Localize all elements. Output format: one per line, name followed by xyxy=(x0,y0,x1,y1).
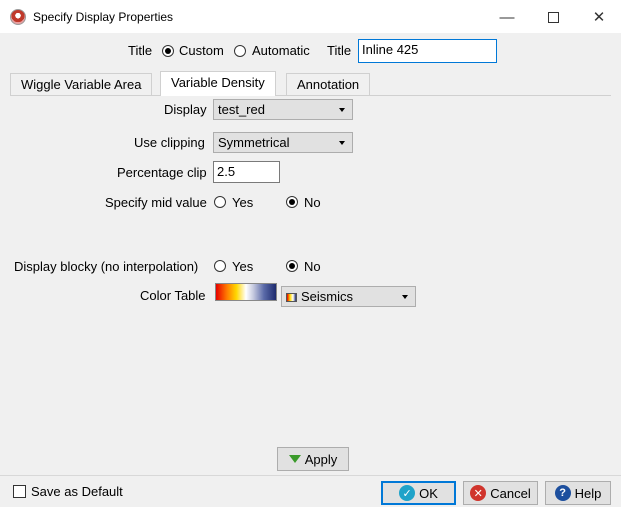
percentage-clip-input[interactable]: 2.5 xyxy=(213,161,280,183)
mid-value-no-radio[interactable] xyxy=(286,196,298,208)
title-automatic-radio[interactable] xyxy=(234,45,246,57)
cancel-icon: ✕ xyxy=(470,485,487,501)
colortable-icon xyxy=(286,293,297,302)
mid-value-yes-label[interactable]: Yes xyxy=(232,195,253,210)
help-button[interactable]: ? Help xyxy=(545,481,611,505)
blocky-yes-radio[interactable] xyxy=(214,260,226,272)
cancel-button[interactable]: ✕ Cancel xyxy=(463,481,538,505)
apply-button-label: Apply xyxy=(304,451,338,467)
blocky-yes-label[interactable]: Yes xyxy=(232,259,253,274)
window-title: Specify Display Properties xyxy=(33,10,174,24)
apply-arrow-icon xyxy=(288,455,301,463)
title-field-label: Title xyxy=(327,43,352,58)
title-bar: Specify Display Properties — ✕ xyxy=(0,0,621,34)
blocky-label: Display blocky (no interpolation) xyxy=(14,259,199,274)
save-default-label[interactable]: Save as Default xyxy=(31,484,123,499)
minimize-icon: — xyxy=(499,8,515,26)
clipping-label: Use clipping xyxy=(134,135,205,150)
title-input[interactable]: Inline 425 xyxy=(358,39,497,63)
minimize-button[interactable]: — xyxy=(484,0,530,34)
color-table-select-value: Seismics xyxy=(301,289,354,304)
color-table-label: Color Table xyxy=(140,288,206,303)
chevron-down-icon xyxy=(339,141,345,145)
ok-button[interactable]: ✓ OK xyxy=(381,481,456,505)
tab-variable-density[interactable]: Variable Density xyxy=(160,71,276,96)
footer-separator xyxy=(0,475,621,476)
percentage-clip-label: Percentage clip xyxy=(117,165,207,180)
chevron-down-icon xyxy=(402,295,408,299)
cancel-button-label: Cancel xyxy=(490,485,531,501)
title-mode-label: Title xyxy=(128,43,153,58)
app-icon xyxy=(10,9,26,25)
help-icon: ? xyxy=(554,485,571,501)
save-default-checkbox[interactable] xyxy=(13,485,26,498)
maximize-icon xyxy=(547,11,559,23)
mid-value-yes-radio[interactable] xyxy=(214,196,226,208)
color-table-preview[interactable] xyxy=(215,283,277,301)
mid-value-no-label[interactable]: No xyxy=(304,195,321,210)
clipping-select[interactable]: Symmetrical xyxy=(213,132,353,153)
display-label: Display xyxy=(164,102,207,117)
display-select[interactable]: test_red xyxy=(213,99,353,120)
clipping-select-value: Symmetrical xyxy=(218,135,290,150)
color-table-select[interactable]: Seismics xyxy=(281,286,416,307)
apply-button[interactable]: Apply xyxy=(277,447,349,471)
tab-wiggle-variable-area[interactable]: Wiggle Variable Area xyxy=(10,73,153,95)
checkmark-icon: ✓ xyxy=(399,485,416,501)
blocky-no-radio[interactable] xyxy=(286,260,298,272)
title-automatic-label[interactable]: Automatic xyxy=(252,43,310,58)
mid-value-label: Specify mid value xyxy=(105,195,207,210)
tab-annotation[interactable]: Annotation xyxy=(286,73,371,95)
title-custom-radio[interactable] xyxy=(162,45,174,57)
display-select-value: test_red xyxy=(218,102,265,117)
chevron-down-icon xyxy=(339,108,345,112)
help-button-label: Help xyxy=(574,485,602,501)
blocky-no-label[interactable]: No xyxy=(304,259,321,274)
title-custom-label[interactable]: Custom xyxy=(179,43,224,58)
maximize-button[interactable] xyxy=(530,0,576,34)
ok-button-label: OK xyxy=(419,485,438,501)
close-icon: ✕ xyxy=(592,9,606,26)
close-button[interactable]: ✕ xyxy=(576,0,621,34)
